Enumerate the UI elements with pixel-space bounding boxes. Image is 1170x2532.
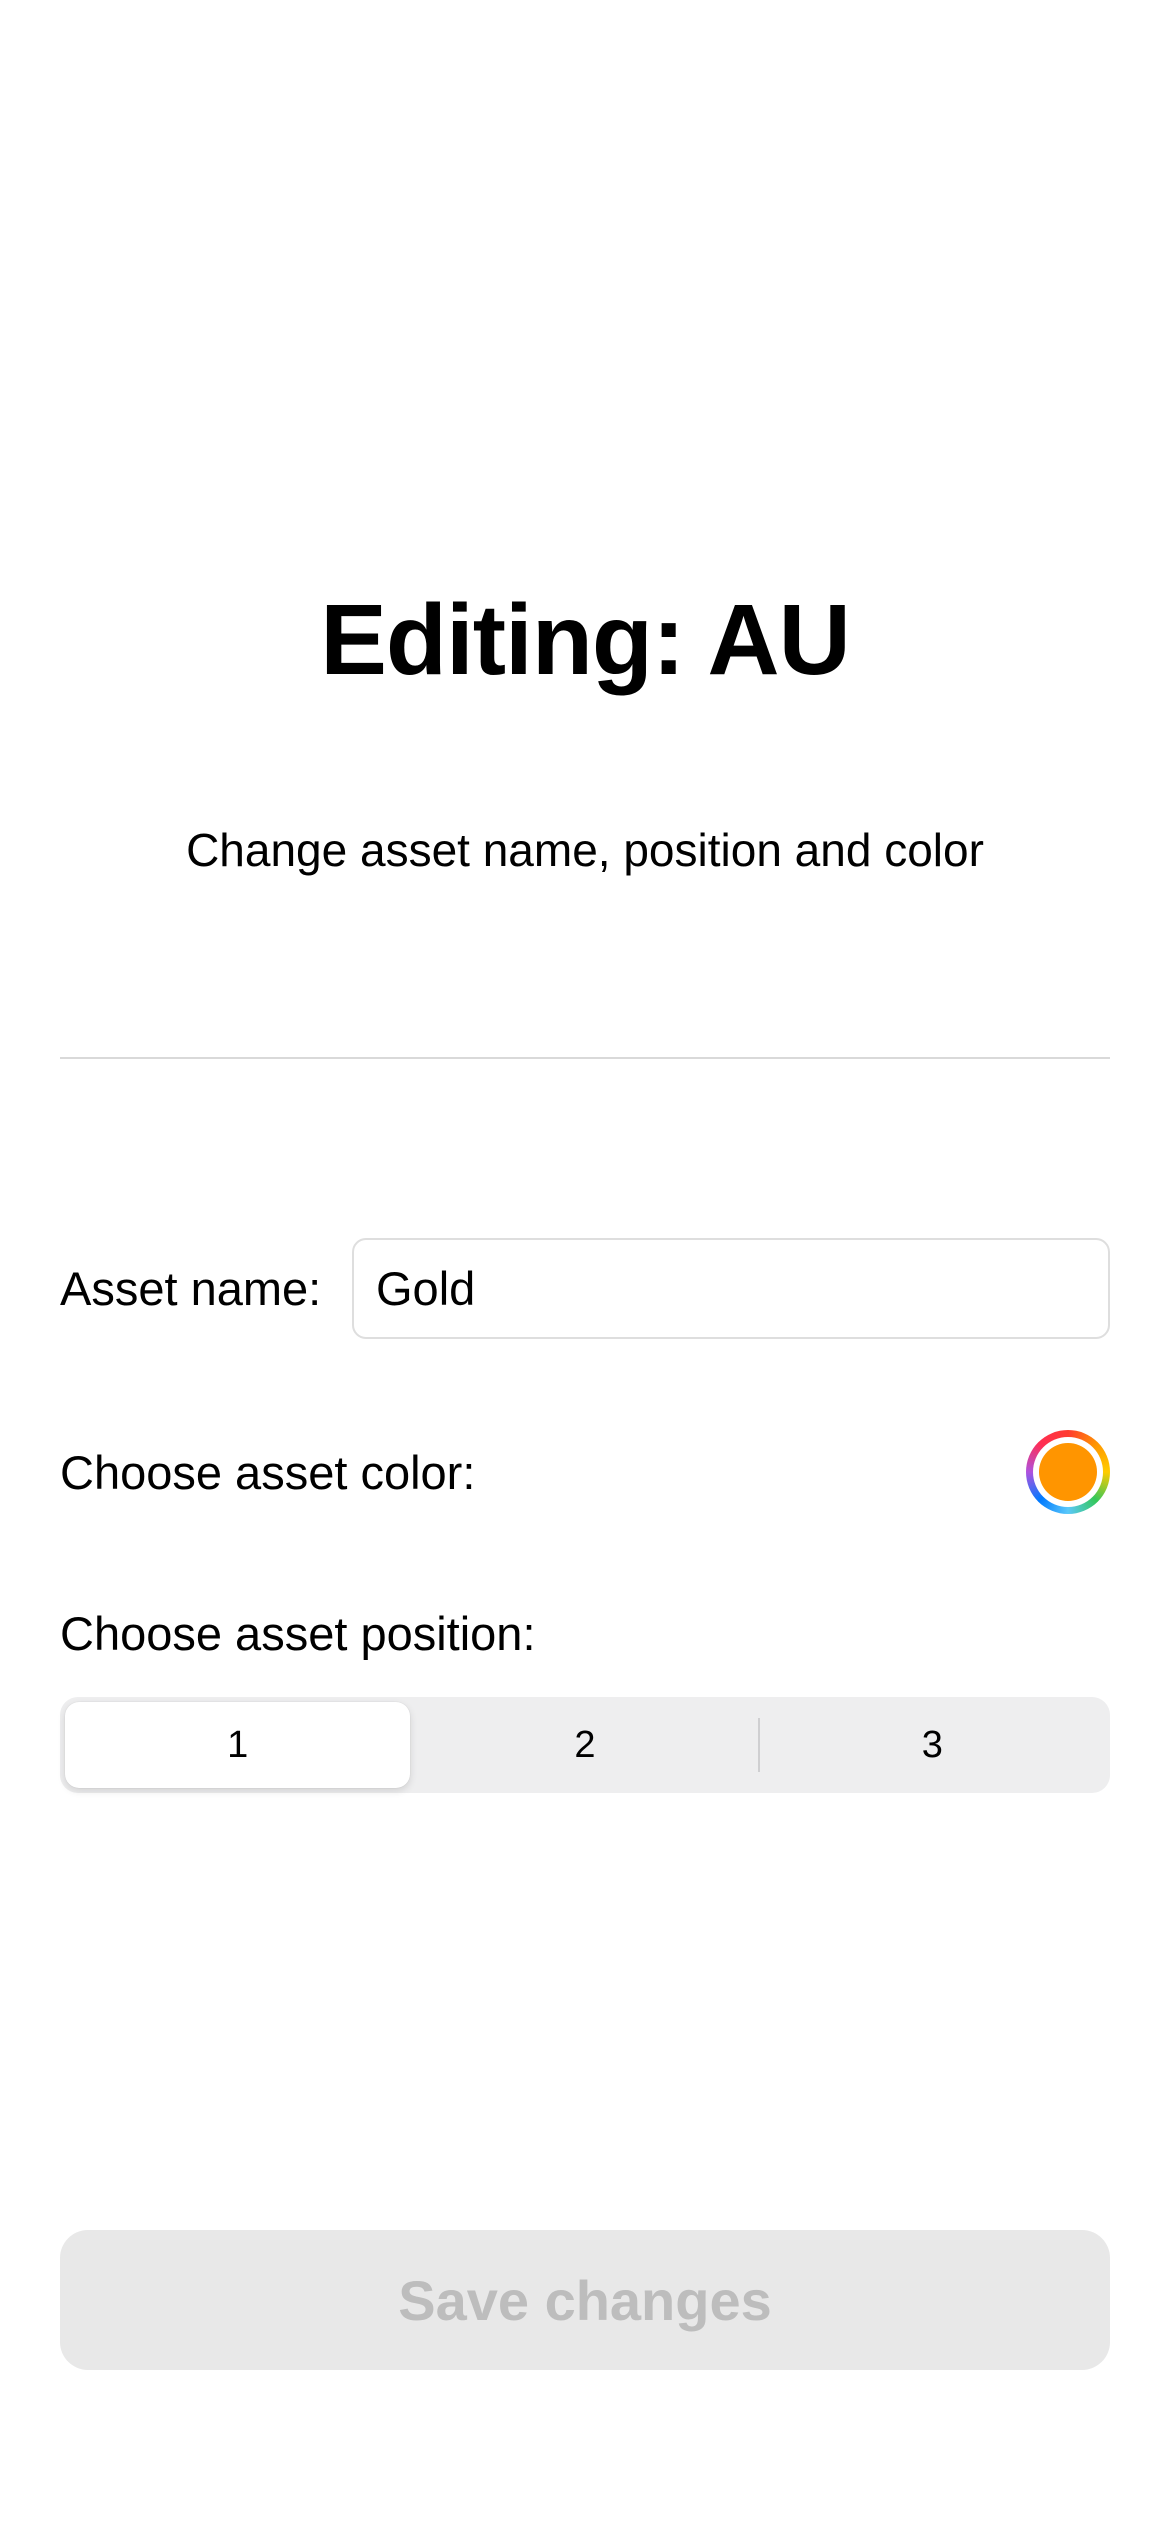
position-segmented-control: 1 2 3 [60,1697,1110,1793]
page-title: Editing: AU [320,584,851,696]
position-segment-3[interactable]: 3 [760,1702,1105,1788]
color-picker-button[interactable] [1026,1430,1110,1514]
asset-position-label: Choose asset position: [60,1607,536,1660]
position-segment-2[interactable]: 2 [412,1702,757,1788]
divider [60,1057,1110,1059]
asset-name-input[interactable] [352,1238,1110,1339]
asset-name-label: Asset name: [60,1262,322,1315]
position-segment-1[interactable]: 1 [65,1702,411,1788]
edit-asset-screen: Editing: AU Change asset name, position … [0,0,1170,2532]
asset-color-label: Choose asset color: [60,1446,476,1499]
save-changes-button[interactable]: Save changes [60,2230,1110,2370]
selected-color-swatch [1039,1443,1097,1501]
page-subtitle: Change asset name, position and color [186,824,984,876]
